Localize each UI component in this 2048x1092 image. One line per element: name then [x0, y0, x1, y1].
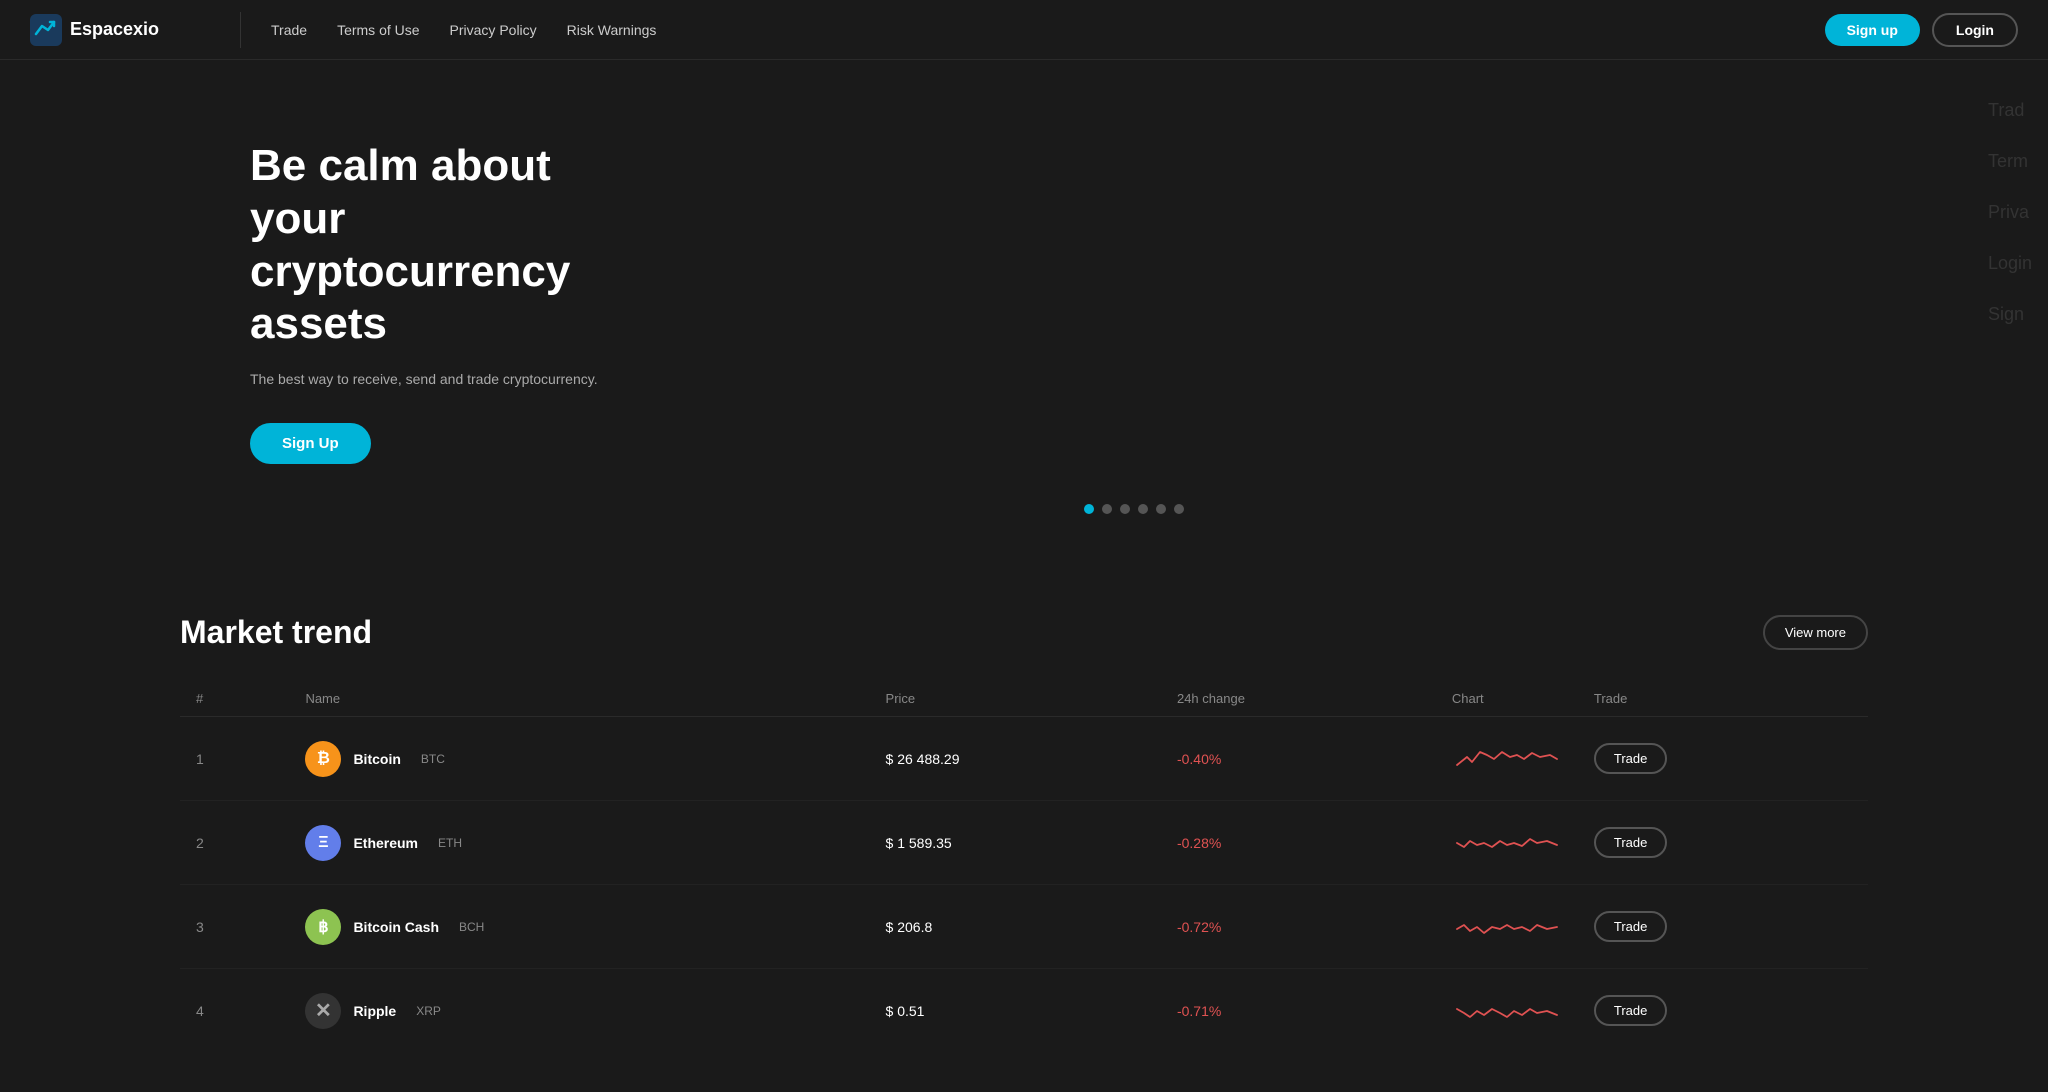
coin-name-BTC: Bitcoin	[353, 751, 400, 767]
col-change: 24h change	[1161, 681, 1436, 717]
mini-chart-XRP	[1452, 989, 1562, 1029]
trade-button-BCH[interactable]: Trade	[1594, 911, 1667, 942]
trade-button-XRP[interactable]: Trade	[1594, 995, 1667, 1026]
coin-ticker-XRP: XRP	[416, 1004, 441, 1018]
row-price-3: $ 206.8	[870, 885, 1161, 969]
carousel-dots	[250, 504, 2018, 514]
row-chart-3	[1436, 885, 1578, 969]
nav-risk[interactable]: Risk Warnings	[567, 22, 657, 38]
row-change-1: -0.40%	[1161, 717, 1436, 801]
coin-name-XRP: Ripple	[353, 1003, 396, 1019]
row-chart-2	[1436, 801, 1578, 885]
market-table: # Name Price 24h change Chart Trade 1 ₿ …	[180, 681, 1868, 1052]
coin-ticker-BCH: BCH	[459, 920, 484, 934]
row-chart-1	[1436, 717, 1578, 801]
coin-ticker-BTC: BTC	[421, 752, 445, 766]
view-more-button[interactable]: View more	[1763, 615, 1868, 650]
col-price: Price	[870, 681, 1161, 717]
col-trade: Trade	[1578, 681, 1868, 717]
row-change-3: -0.72%	[1161, 885, 1436, 969]
coin-ticker-ETH: ETH	[438, 836, 462, 850]
coin-icon-BCH: ฿	[305, 909, 341, 945]
hero-subtitle: The best way to receive, send and trade …	[250, 371, 2018, 387]
market-section: Market trend View more # Name Price 24h …	[0, 574, 2048, 1092]
nav-links: Trade Terms of Use Privacy Policy Risk W…	[271, 22, 1825, 38]
col-num: #	[180, 681, 289, 717]
row-coin-2: Ξ Ethereum ETH	[289, 801, 869, 885]
logo-area: Espacexio	[30, 14, 210, 46]
row-price-4: $ 0.51	[870, 969, 1161, 1053]
col-chart: Chart	[1436, 681, 1578, 717]
row-change-4: -0.71%	[1161, 969, 1436, 1053]
coin-icon-ETH: Ξ	[305, 825, 341, 861]
nav-actions: Sign up Login	[1825, 13, 2018, 47]
dot-6[interactable]	[1174, 504, 1184, 514]
dot-2[interactable]	[1102, 504, 1112, 514]
table-row: 1 ₿ Bitcoin BTC $ 26 488.29 -0.40% Trade	[180, 717, 1868, 801]
row-trade-2: Trade	[1578, 801, 1868, 885]
row-num-1: 1	[180, 717, 289, 801]
table-row: 3 ฿ Bitcoin Cash BCH $ 206.8 -0.72% Trad…	[180, 885, 1868, 969]
nav-terms[interactable]: Terms of Use	[337, 22, 419, 38]
coin-name-ETH: Ethereum	[353, 835, 418, 851]
market-title: Market trend	[180, 614, 372, 651]
table-header: # Name Price 24h change Chart Trade	[180, 681, 1868, 717]
trade-button-BTC[interactable]: Trade	[1594, 743, 1667, 774]
col-name: Name	[289, 681, 869, 717]
coin-icon-XRP: ✕	[305, 993, 341, 1029]
nav-privacy[interactable]: Privacy Policy	[450, 22, 537, 38]
navbar: Espacexio Trade Terms of Use Privacy Pol…	[0, 0, 2048, 60]
row-trade-1: Trade	[1578, 717, 1868, 801]
logo-text: Espacexio	[70, 19, 159, 40]
nav-trade[interactable]: Trade	[271, 22, 307, 38]
row-num-2: 2	[180, 801, 289, 885]
row-trade-3: Trade	[1578, 885, 1868, 969]
dot-1[interactable]	[1084, 504, 1094, 514]
row-change-2: -0.28%	[1161, 801, 1436, 885]
row-num-4: 4	[180, 969, 289, 1053]
row-coin-1: ₿ Bitcoin BTC	[289, 717, 869, 801]
row-price-2: $ 1 589.35	[870, 801, 1161, 885]
mini-chart-BCH	[1452, 905, 1562, 945]
row-chart-4	[1436, 969, 1578, 1053]
coin-name-BCH: Bitcoin Cash	[353, 919, 439, 935]
dot-3[interactable]	[1120, 504, 1130, 514]
trade-button-ETH[interactable]: Trade	[1594, 827, 1667, 858]
login-button[interactable]: Login	[1932, 13, 2018, 47]
row-price-1: $ 26 488.29	[870, 717, 1161, 801]
table-row: 4 ✕ Ripple XRP $ 0.51 -0.71% Trade	[180, 969, 1868, 1053]
dot-4[interactable]	[1138, 504, 1148, 514]
row-trade-4: Trade	[1578, 969, 1868, 1053]
coin-icon-BTC: ₿	[305, 741, 341, 777]
hero-title: Be calm about your cryptocurrency assets	[250, 140, 650, 351]
navbar-divider	[240, 12, 241, 48]
row-coin-3: ฿ Bitcoin Cash BCH	[289, 885, 869, 969]
mini-chart-BTC	[1452, 737, 1562, 777]
dot-5[interactable]	[1156, 504, 1166, 514]
table-row: 2 Ξ Ethereum ETH $ 1 589.35 -0.28% Trade	[180, 801, 1868, 885]
hero-signup-button[interactable]: Sign Up	[250, 423, 371, 464]
row-num-3: 3	[180, 885, 289, 969]
signup-button[interactable]: Sign up	[1825, 14, 1920, 46]
market-tbody: 1 ₿ Bitcoin BTC $ 26 488.29 -0.40% Trade…	[180, 717, 1868, 1053]
mini-chart-ETH	[1452, 821, 1562, 861]
logo-icon	[30, 14, 62, 46]
row-coin-4: ✕ Ripple XRP	[289, 969, 869, 1053]
market-header: Market trend View more	[180, 614, 1868, 651]
hero-section: Be calm about your cryptocurrency assets…	[0, 60, 2048, 574]
